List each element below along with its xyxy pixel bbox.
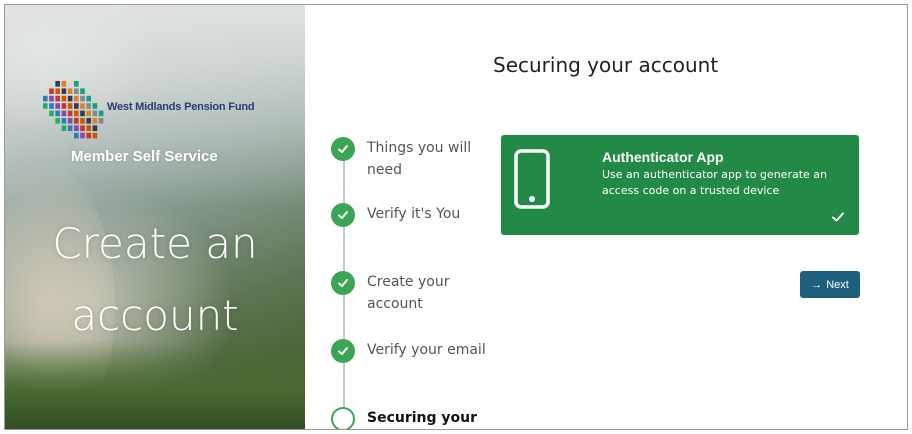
check-icon (331, 137, 355, 161)
check-icon (331, 203, 355, 227)
next-button[interactable]: → Next (800, 271, 860, 298)
option-description: Use an authenticator app to generate an … (602, 168, 827, 197)
hero-headline-line2: account (71, 291, 239, 340)
mobile-phone-icon (514, 149, 550, 209)
hero-headline-line1: Create an (52, 219, 258, 268)
current-step-circle-icon (331, 407, 355, 429)
step-label: Securing your (367, 410, 478, 426)
check-icon (331, 271, 355, 295)
check-icon (331, 339, 355, 363)
selected-check-icon (832, 212, 844, 222)
app-frame: West Midlands Pension Fund Member Self S… (4, 4, 908, 430)
hero-background-grass (5, 341, 305, 429)
pension-fund-logo (43, 81, 104, 139)
step-label: Things you will need (367, 140, 472, 178)
option-title: Authenticator App (602, 149, 724, 165)
authenticator-app-option[interactable]: Authenticator App Use an authenticator a… (501, 135, 859, 235)
org-name: West Midlands Pension Fund (107, 101, 255, 113)
step-label: Verify your email (367, 342, 486, 358)
step-label: Create your account (367, 274, 450, 312)
next-button-label: Next (826, 278, 849, 291)
arrow-right-icon: → (811, 278, 823, 291)
progress-stepper: Things you will need Verify it's You Cre… (327, 5, 497, 429)
service-name: Member Self Service (71, 148, 218, 165)
step-label: Verify it's You (367, 206, 461, 222)
hero-panel: West Midlands Pension Fund Member Self S… (5, 5, 305, 429)
page-title: Securing your account (493, 53, 719, 77)
